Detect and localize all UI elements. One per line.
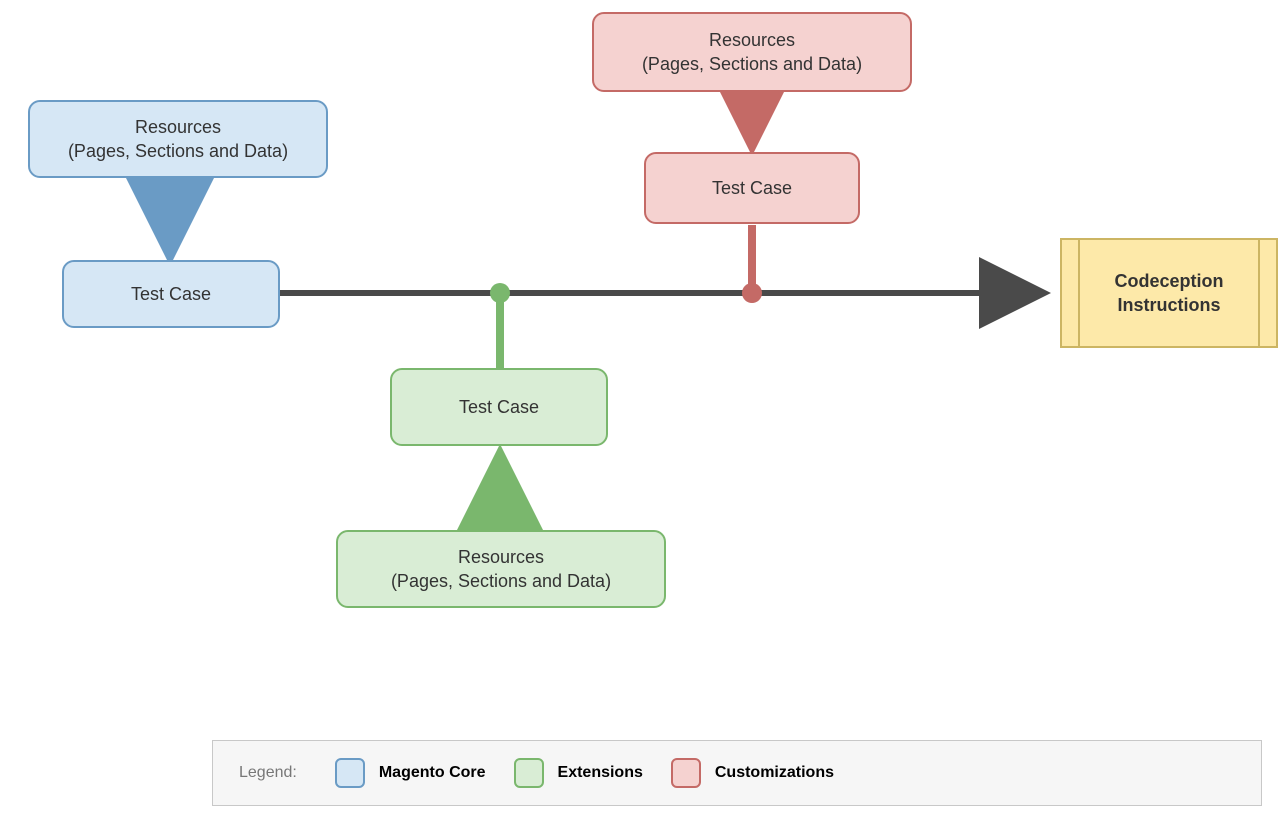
red-resources-line1: Resources bbox=[709, 30, 795, 50]
legend-label-core: Magento Core bbox=[379, 764, 486, 782]
legend-label-extensions: Extensions bbox=[558, 764, 643, 782]
red-test-label: Test Case bbox=[712, 176, 792, 200]
red-junction-dot bbox=[742, 283, 762, 303]
legend: Legend: Magento Core Extensions Customiz… bbox=[212, 740, 1262, 806]
green-junction-dot bbox=[490, 283, 510, 303]
red-resources-box: Resources (Pages, Sections and Data) bbox=[592, 12, 912, 92]
legend-swatch-green bbox=[514, 758, 544, 788]
legend-item-core: Magento Core bbox=[335, 758, 486, 788]
blue-test-box: Test Case bbox=[62, 260, 280, 328]
legend-item-extensions: Extensions bbox=[514, 758, 643, 788]
blue-test-label: Test Case bbox=[131, 282, 211, 306]
green-test-label: Test Case bbox=[459, 395, 539, 419]
red-test-box: Test Case bbox=[644, 152, 860, 224]
blue-resources-line2: (Pages, Sections and Data) bbox=[68, 141, 288, 161]
red-resources-line2: (Pages, Sections and Data) bbox=[642, 54, 862, 74]
output-box: Codeception Instructions bbox=[1060, 238, 1278, 348]
output-line1: Codeception bbox=[1114, 271, 1223, 291]
legend-label-customizations: Customizations bbox=[715, 764, 834, 782]
green-test-box: Test Case bbox=[390, 368, 608, 446]
green-resources-box: Resources (Pages, Sections and Data) bbox=[336, 530, 666, 608]
legend-swatch-red bbox=[671, 758, 701, 788]
green-resources-line1: Resources bbox=[458, 547, 544, 567]
legend-title: Legend: bbox=[239, 764, 297, 782]
blue-resources-line1: Resources bbox=[135, 117, 221, 137]
green-resources-line2: (Pages, Sections and Data) bbox=[391, 571, 611, 591]
output-line2: Instructions bbox=[1117, 295, 1220, 315]
legend-swatch-blue bbox=[335, 758, 365, 788]
blue-resources-box: Resources (Pages, Sections and Data) bbox=[28, 100, 328, 178]
legend-item-customizations: Customizations bbox=[671, 758, 834, 788]
